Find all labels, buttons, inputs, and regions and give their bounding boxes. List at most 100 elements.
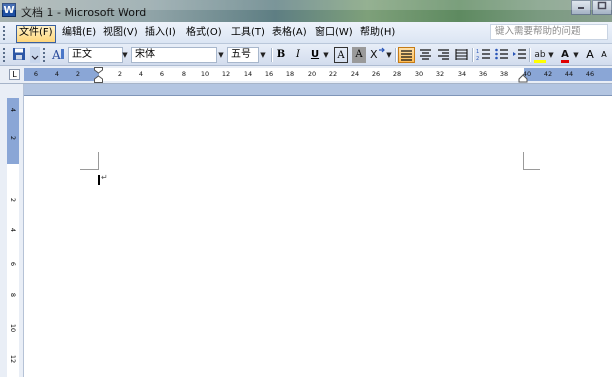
style-dropdown-icon[interactable]: ▼ [120, 47, 130, 63]
highlight-button[interactable]: ab [532, 47, 548, 63]
save-button[interactable] [10, 47, 28, 63]
underline-dropdown-icon[interactable]: ▼ [322, 47, 330, 63]
font-size-select[interactable]: 五号 [227, 47, 259, 63]
ruler-number: 6 [33, 70, 39, 78]
ruler-number: 4 [9, 107, 17, 113]
menu-insert[interactable]: 插入(I) [143, 25, 178, 41]
font-dropdown-icon[interactable]: ▼ [216, 47, 226, 63]
ruler-number: 42 [543, 70, 553, 78]
minimize-button[interactable] [571, 0, 591, 15]
ruler-number: 6 [159, 70, 165, 78]
menu-tools[interactable]: 工具(T) [229, 25, 267, 41]
svg-text:2: 2 [476, 56, 479, 61]
distributed-align-button[interactable] [453, 47, 469, 63]
window-controls [570, 0, 612, 18]
font-select[interactable]: 宋体 [131, 47, 217, 63]
toolbar-grip[interactable] [3, 48, 7, 62]
ruler-number: 10 [9, 323, 17, 333]
tab-selector[interactable]: L [9, 69, 20, 80]
menu-edit[interactable]: 编辑(E) [60, 25, 98, 41]
style-select[interactable]: 正文 [68, 47, 123, 63]
menu-format[interactable]: 格式(O) [184, 25, 224, 41]
ruler-number: 20 [307, 70, 317, 78]
align-right-button[interactable] [435, 47, 451, 63]
ruler-number: 8 [181, 70, 187, 78]
align-center-button[interactable] [417, 47, 433, 63]
char-scaling-button[interactable]: X [369, 47, 385, 63]
svg-text:A: A [51, 48, 61, 61]
bullet-list-icon [494, 48, 508, 60]
svg-text:1: 1 [476, 49, 479, 55]
align-justify-icon [401, 50, 412, 61]
ruler-number: 22 [328, 70, 338, 78]
font-color-button[interactable]: A [558, 47, 572, 63]
toolbar-options-chevron[interactable] [30, 47, 40, 63]
ruler-number: 24 [350, 70, 360, 78]
distributed-align-icon [454, 49, 468, 60]
ruler-number: 12 [221, 70, 231, 78]
ruler-number: 2 [9, 135, 17, 141]
crop-mark-top-right [523, 169, 540, 170]
underline-button[interactable]: U [309, 47, 321, 63]
menu-help[interactable]: 帮助(H) [358, 25, 397, 41]
ruler-number: 26 [371, 70, 381, 78]
ruler-number: 10 [200, 70, 210, 78]
chevron-down-icon [31, 55, 39, 60]
shrink-font-button[interactable]: A [598, 47, 610, 63]
maximize-button[interactable] [592, 0, 612, 15]
bold-button[interactable]: B [274, 47, 288, 63]
svg-text:X: X [370, 48, 378, 61]
ruler-number: 18 [285, 70, 295, 78]
menu-view[interactable]: 视图(V) [101, 25, 140, 41]
horizontal-ruler[interactable]: L 6 4 2 2 4 6 8 10 12 14 16 18 20 22 24 … [0, 66, 612, 84]
styles-pane-button[interactable]: A [50, 47, 66, 63]
ruler-number: 16 [264, 70, 274, 78]
numbering-button[interactable]: 12 [475, 47, 491, 63]
document-page[interactable] [24, 96, 612, 377]
ruler-number: 4 [54, 70, 60, 78]
toolbar-separator [271, 48, 273, 62]
ruler-number: 36 [478, 70, 488, 78]
char-border-button[interactable]: A [334, 47, 348, 63]
char-scaling-icon: X [370, 47, 385, 61]
font-color-dropdown-icon[interactable]: ▼ [572, 47, 580, 63]
bullets-button[interactable] [493, 47, 509, 63]
ruler-number: 32 [435, 70, 445, 78]
align-center-icon [419, 49, 431, 60]
ruler-number: 44 [564, 70, 574, 78]
menubar-grip[interactable] [3, 26, 7, 40]
increase-indent-button[interactable] [511, 47, 527, 63]
highlight-dropdown-icon[interactable]: ▼ [547, 47, 555, 63]
toolbar-separator [472, 48, 474, 62]
italic-button[interactable]: I [291, 47, 305, 63]
vertical-ruler[interactable]: 4 2 2 4 6 8 10 12 [0, 84, 24, 377]
crop-mark-top-left [98, 152, 99, 170]
align-right-icon [437, 49, 449, 60]
title-bar: W 文档 1 - Microsoft Word [0, 0, 612, 22]
toolbar-separator [395, 48, 397, 62]
indent-markers-icon[interactable] [94, 67, 103, 83]
align-justify-button[interactable] [398, 47, 415, 63]
word-app-icon[interactable]: W [2, 3, 16, 17]
char-scaling-dropdown-icon[interactable]: ▼ [385, 47, 393, 63]
ruler-number: 46 [585, 70, 595, 78]
menu-table[interactable]: 表格(A) [270, 25, 309, 41]
ruler-number: 38 [499, 70, 509, 78]
help-search-input[interactable]: 键入需要帮助的问题 [490, 24, 608, 40]
indent-icon [512, 49, 526, 59]
document-top-margin [24, 84, 612, 96]
menu-window[interactable]: 窗口(W) [313, 25, 355, 41]
grow-font-button[interactable]: A [584, 47, 596, 63]
save-icon [13, 48, 25, 60]
right-indent-marker-icon[interactable] [518, 74, 528, 83]
toolbar-grip-2[interactable] [43, 48, 47, 62]
toolbar-separator [529, 48, 531, 62]
numbered-list-icon: 12 [476, 49, 490, 62]
font-size-dropdown-icon[interactable]: ▼ [258, 47, 268, 63]
ruler-number: 34 [457, 70, 467, 78]
ruler-number: 14 [243, 70, 253, 78]
ruler-number: 30 [414, 70, 424, 78]
char-shading-button[interactable]: A [352, 47, 366, 63]
ruler-number: 2 [117, 70, 123, 78]
menu-file[interactable]: 文件(F) [16, 25, 56, 43]
